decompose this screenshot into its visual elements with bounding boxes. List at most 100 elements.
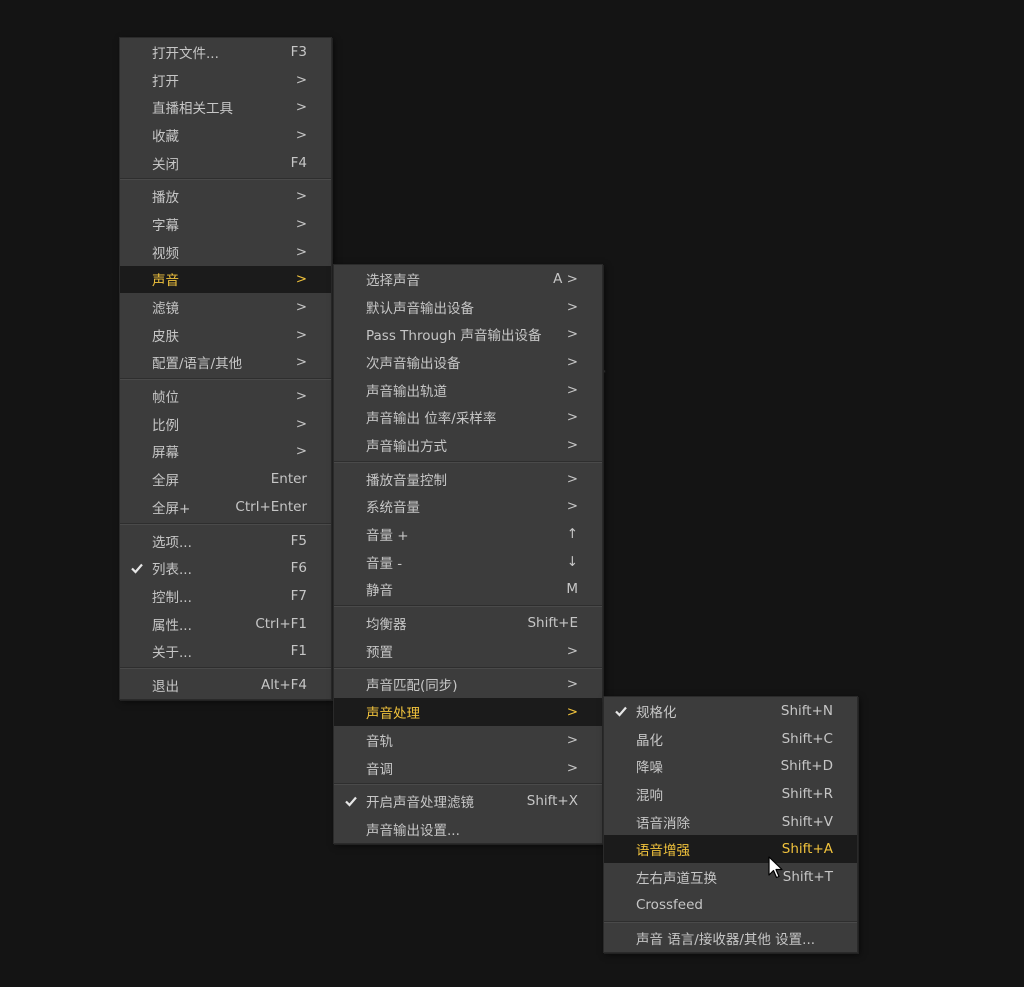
menu-item[interactable]: 播放音量控制 >: [334, 465, 602, 493]
menu-item-shortcut: >: [295, 188, 307, 205]
menu-item-label: 视频: [152, 245, 179, 262]
menu-item-label: 全屏: [152, 473, 179, 490]
menu-item[interactable]: 打开 >: [120, 66, 331, 94]
menu-item-shortcut: >: [566, 731, 578, 748]
menu-item[interactable]: 全屏 Enter: [120, 465, 331, 493]
menu-item[interactable]: 选择声音 A >: [334, 265, 602, 293]
menu-item-label: 声音 语言/接收器/其他 设置...: [636, 932, 816, 949]
menu-item-label: 声音匹配(同步): [366, 678, 458, 695]
menu-item-label: 音量 +: [366, 528, 409, 545]
menu-item-label: 配置/语言/其他: [152, 356, 243, 373]
menu-item[interactable]: 混响 Shift+R: [604, 780, 857, 808]
menu-item[interactable]: 静音 M: [334, 576, 602, 604]
menu-item-label: 规格化: [636, 704, 677, 721]
menu-item-shortcut: Ctrl+Enter: [235, 498, 307, 515]
menu-item[interactable]: 声音处理 >: [334, 698, 602, 726]
menu-item-shortcut: >: [566, 642, 578, 659]
menu-item[interactable]: 音调 >: [334, 754, 602, 782]
menu-item[interactable]: 配置/语言/其他 >: [120, 349, 331, 377]
menu-item[interactable]: 次声音输出设备 >: [334, 348, 602, 376]
menu-item[interactable]: 语音消除 Shift+V: [604, 808, 857, 836]
menu-item-shortcut: >: [295, 354, 307, 371]
menu-item[interactable]: 音量 - ↓: [334, 548, 602, 576]
menu-item-shortcut: >: [295, 99, 307, 116]
menu-item[interactable]: 均衡器 Shift+E: [334, 609, 602, 637]
menu-item[interactable]: 降噪 Shift+D: [604, 752, 857, 780]
menu-item[interactable]: 声音输出 位率/采样率 >: [334, 403, 602, 431]
menu-item-shortcut: F4: [290, 154, 307, 171]
menu-item[interactable]: 系统音量 >: [334, 493, 602, 521]
menu-item-shortcut: >: [566, 381, 578, 398]
menu-item-label: 次声音输出设备: [366, 355, 461, 372]
menu-item[interactable]: 音量 + ↑: [334, 520, 602, 548]
menu-item-shortcut: F5: [290, 532, 307, 549]
menu-item[interactable]: 声音 >: [120, 265, 331, 294]
menu-item[interactable]: 语音增强 Shift+A: [604, 835, 857, 864]
menu-item[interactable]: 控制... F7: [120, 582, 331, 610]
menu-item[interactable]: 声音输出轨道 >: [334, 376, 602, 404]
menu-item[interactable]: 皮肤 >: [120, 321, 331, 349]
menu-item[interactable]: 视频 >: [120, 238, 331, 266]
menu-item[interactable]: 预置 >: [334, 637, 602, 665]
menu-item-shortcut: Shift+V: [781, 813, 833, 830]
menu-item-shortcut: >: [566, 676, 578, 693]
menu-item[interactable]: 音轨 >: [334, 726, 602, 754]
menu-item-label: 声音处理: [366, 706, 420, 723]
menu-item[interactable]: 属性... Ctrl+F1: [120, 610, 331, 638]
menu-item[interactable]: 退出 Alt+F4: [120, 671, 331, 699]
menu-item-label: 声音输出 位率/采样率: [366, 411, 497, 428]
menu-item-shortcut: >: [566, 436, 578, 453]
menu-item-label: 打开: [152, 73, 179, 90]
menu-item[interactable]: 关于... F1: [120, 637, 331, 665]
menu-item[interactable]: Pass Through 声音输出设备 >: [334, 320, 602, 348]
main-context-menu: 打开文件... F3 打开 > 直播相关工具 > 收藏 > 关闭 F4 播放 > 字幕 > 视频 > 声音 > 滤镜…: [119, 37, 332, 700]
menu-item[interactable]: Crossfeed: [604, 891, 857, 919]
menu-item-label: 开启声音处理滤镜: [366, 795, 474, 812]
menu-item[interactable]: 列表... F6: [120, 554, 331, 582]
menu-item-label: 声音输出轨道: [366, 383, 447, 400]
menu-item-label: 降噪: [636, 760, 663, 777]
menu-item-shortcut: >: [566, 759, 578, 776]
menu-item[interactable]: 声音输出方式 >: [334, 431, 602, 459]
menu-item[interactable]: 比例 >: [120, 410, 331, 438]
menu-item-label: 混响: [636, 787, 663, 804]
menu-item-shortcut: F1: [290, 643, 307, 660]
menu-item-label: 属性...: [152, 617, 192, 634]
menu-item-shortcut: >: [295, 243, 307, 260]
menu-item[interactable]: 打开文件... F3: [120, 38, 331, 66]
menu-item[interactable]: 帧位 >: [120, 382, 331, 410]
menu-item-label: 晶化: [636, 732, 663, 749]
menu-item[interactable]: 选项... F5: [120, 527, 331, 555]
menu-item-shortcut: Enter: [270, 471, 307, 488]
checkmark-icon: [345, 797, 357, 807]
menu-item-label: 声音: [152, 273, 179, 290]
menu-item[interactable]: 开启声音处理滤镜 Shift+X: [334, 787, 602, 815]
menu-item-shortcut: ↓: [566, 553, 578, 570]
menu-item[interactable]: 默认声音输出设备 >: [334, 293, 602, 321]
menu-item[interactable]: 滤镜 >: [120, 293, 331, 321]
menu-item-label: 选择声音: [366, 272, 420, 289]
menu-item[interactable]: 声音输出设置...: [334, 815, 602, 843]
menu-item[interactable]: 播放 >: [120, 182, 331, 210]
menu-item[interactable]: 规格化 Shift+N: [604, 697, 857, 725]
menu-item-label: 关闭: [152, 156, 179, 173]
menu-item-label: 语音增强: [636, 843, 690, 860]
menu-item[interactable]: 关闭 F4: [120, 149, 331, 177]
menu-item-label: 默认声音输出设备: [366, 300, 474, 317]
menu-item[interactable]: 屏幕 >: [120, 438, 331, 466]
menu-item-shortcut: Shift+D: [780, 758, 833, 775]
menu-item[interactable]: 晶化 Shift+C: [604, 725, 857, 753]
menu-item-shortcut: >: [566, 326, 578, 343]
menu-item-shortcut: >: [566, 298, 578, 315]
menu-item[interactable]: 声音匹配(同步) >: [334, 671, 602, 699]
menu-item[interactable]: 全屏+ Ctrl+Enter: [120, 493, 331, 521]
menu-item[interactable]: 左右声道互换 Shift+T: [604, 863, 857, 891]
menu-item-shortcut: Shift+X: [526, 793, 578, 810]
menu-item-shortcut: >: [295, 326, 307, 343]
menu-item[interactable]: 收藏 >: [120, 121, 331, 149]
menu-item-label: 关于...: [152, 645, 192, 662]
menu-item[interactable]: 字幕 >: [120, 210, 331, 238]
menu-item[interactable]: 声音 语言/接收器/其他 设置...: [604, 925, 857, 953]
menu-item[interactable]: 直播相关工具 >: [120, 93, 331, 121]
menu-item-shortcut: F3: [290, 43, 307, 60]
